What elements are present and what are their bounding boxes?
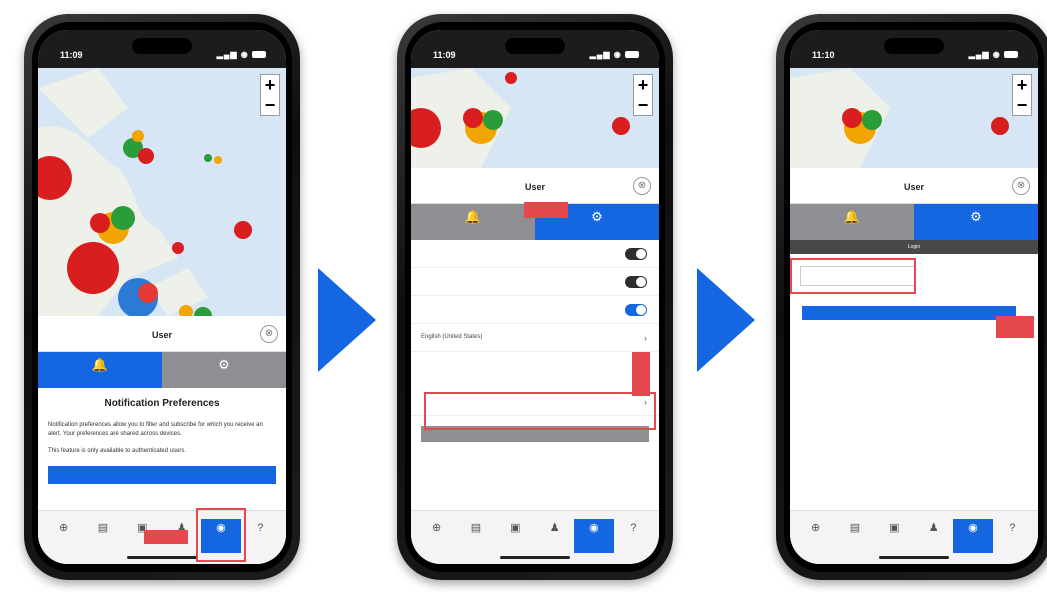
close-icon[interactable]: ⊗ bbox=[260, 325, 278, 343]
tabbar-item-help[interactable]: ? bbox=[241, 519, 280, 564]
tab-notifications[interactable]: 🔔 bbox=[38, 352, 162, 388]
screen-1: 11:09 ▂▄▆ ◉ + − User ⊗ 🔔 ⚙ Notification … bbox=[38, 30, 286, 564]
map-view[interactable]: + − bbox=[790, 68, 1038, 168]
zoom-control[interactable]: + − bbox=[260, 74, 280, 116]
person-icon: ♟ bbox=[549, 522, 560, 534]
user-icon: ◉ bbox=[589, 522, 599, 534]
bell-icon: 🔔 bbox=[843, 209, 861, 224]
auth-note: This feature is only available to authen… bbox=[48, 448, 187, 454]
user-icon: ◉ bbox=[968, 522, 978, 534]
map-view[interactable]: + − bbox=[411, 68, 659, 168]
login-header: Login bbox=[790, 240, 1038, 254]
map-pin-icon: ⊕ bbox=[811, 522, 821, 534]
pointer-flag bbox=[632, 352, 650, 396]
sheet-tabs: 🔔 ⚙ bbox=[790, 204, 1038, 240]
bell-icon: 🔔 bbox=[464, 209, 482, 224]
help-icon: ? bbox=[630, 522, 637, 534]
toggle-switch[interactable] bbox=[625, 304, 647, 316]
tabbar-item-list[interactable]: ▤ bbox=[83, 519, 122, 564]
pref-row-1 bbox=[411, 240, 659, 268]
phone-1: 11:09 ▂▄▆ ◉ + − User ⊗ 🔔 ⚙ Notification … bbox=[24, 14, 300, 580]
step-arrow bbox=[697, 268, 755, 372]
tabbar-item-list[interactable]: ▤ bbox=[456, 519, 495, 564]
preferences-content: English (United States) › › bbox=[411, 240, 659, 510]
tabbar-item-help[interactable]: ? bbox=[614, 519, 653, 564]
pointer-flag bbox=[524, 202, 568, 218]
tabbar-item-map[interactable]: ⊕ bbox=[44, 519, 83, 564]
tabbar-item-map[interactable]: ⊕ bbox=[796, 519, 835, 564]
pointer-flag bbox=[144, 530, 188, 544]
status-time: 11:09 bbox=[433, 50, 456, 60]
continue-button[interactable] bbox=[802, 306, 1016, 320]
pref-row-2 bbox=[411, 268, 659, 296]
map-pin-icon: ⊕ bbox=[432, 522, 442, 534]
sheet-title: User bbox=[903, 182, 924, 192]
bottom-tabbar: ⊕ ▤ ▣ ♟ ◉ ? bbox=[790, 510, 1038, 564]
highlight-environment-row bbox=[424, 392, 656, 430]
tab-preferences[interactable]: ⚙ bbox=[162, 352, 286, 388]
notification-description: Notification preferences allow you to fi… bbox=[48, 422, 263, 437]
tabbar-item-user[interactable]: ◉ bbox=[953, 519, 993, 553]
tabbar-item-list[interactable]: ▤ bbox=[835, 519, 874, 564]
status-time: 11:09 bbox=[60, 50, 83, 60]
list-icon: ▤ bbox=[97, 522, 109, 534]
sheet-title: User bbox=[151, 330, 172, 340]
tutorial-stage: 11:09 ▂▄▆ ◉ + − User ⊗ 🔔 ⚙ Notification … bbox=[0, 0, 1047, 592]
gear-icon: ⚙ bbox=[970, 209, 982, 224]
phone-3: 11:10 ▂▄▆ ◉ + − User ⊗ 🔔 ⚙ Login ⊕ ▤ ▣ ♟… bbox=[776, 14, 1047, 580]
list-icon: ▤ bbox=[470, 522, 482, 534]
sheet-header: User ⊗ bbox=[790, 168, 1038, 204]
notification-content: Notification Preferences Notification pr… bbox=[38, 388, 286, 510]
sheet-header: User ⊗ bbox=[411, 168, 659, 204]
bell-icon: 🔔 bbox=[91, 357, 109, 372]
list-icon: ▤ bbox=[849, 522, 861, 534]
step-arrow bbox=[318, 268, 376, 372]
close-icon[interactable]: ⊗ bbox=[1012, 177, 1030, 195]
help-icon: ? bbox=[1009, 522, 1016, 534]
section-label bbox=[411, 370, 659, 388]
person-icon: ♟ bbox=[928, 522, 939, 534]
map-view[interactable]: + − bbox=[38, 68, 286, 316]
toggle-switch[interactable] bbox=[625, 248, 647, 260]
login-button[interactable] bbox=[48, 466, 276, 484]
chevron-right-icon: › bbox=[644, 333, 647, 343]
sheet-header: User ⊗ bbox=[38, 316, 286, 352]
close-icon[interactable]: ⊗ bbox=[633, 177, 651, 195]
notification-heading: Notification Preferences bbox=[104, 398, 220, 409]
tabbar-item-map[interactable]: ⊕ bbox=[417, 519, 456, 564]
screen-2: 11:09 ▂▄▆ ◉ + − User ⊗ 🔔 ⚙ English (Unit… bbox=[411, 30, 659, 564]
sheet-title: User bbox=[524, 182, 545, 192]
highlight-input-field bbox=[790, 258, 916, 294]
zoom-control[interactable]: + − bbox=[633, 74, 653, 116]
help-icon: ? bbox=[257, 522, 264, 534]
tab-preferences[interactable]: ⚙ bbox=[914, 204, 1038, 240]
tabbar-item-user[interactable]: ◉ bbox=[574, 519, 614, 553]
chat-icon: ▣ bbox=[889, 522, 900, 534]
phone-2: 11:09 ▂▄▆ ◉ + − User ⊗ 🔔 ⚙ English (Unit… bbox=[397, 14, 673, 580]
language-value: English (United States) bbox=[421, 334, 483, 340]
toggle-switch[interactable] bbox=[625, 276, 647, 288]
status-time: 11:10 bbox=[812, 50, 835, 60]
chat-icon: ▣ bbox=[510, 522, 521, 534]
bottom-tabbar: ⊕ ▤ ▣ ♟ ◉ ? bbox=[411, 510, 659, 564]
language-row[interactable]: English (United States) › bbox=[411, 324, 659, 352]
screen-3: 11:10 ▂▄▆ ◉ + − User ⊗ 🔔 ⚙ Login ⊕ ▤ ▣ ♟… bbox=[790, 30, 1038, 564]
sheet-tabs: 🔔 ⚙ bbox=[38, 352, 286, 388]
tab-notifications[interactable]: 🔔 bbox=[411, 204, 535, 240]
tab-notifications[interactable]: 🔔 bbox=[790, 204, 914, 240]
section-label bbox=[411, 352, 659, 370]
map-pin-icon: ⊕ bbox=[59, 522, 69, 534]
pointer-flag bbox=[996, 316, 1034, 338]
tabbar-item-help[interactable]: ? bbox=[993, 519, 1032, 564]
gear-icon: ⚙ bbox=[218, 357, 230, 372]
zoom-control[interactable]: + − bbox=[1012, 74, 1032, 116]
pref-row-3 bbox=[411, 296, 659, 324]
highlight-user-tab bbox=[196, 508, 246, 562]
